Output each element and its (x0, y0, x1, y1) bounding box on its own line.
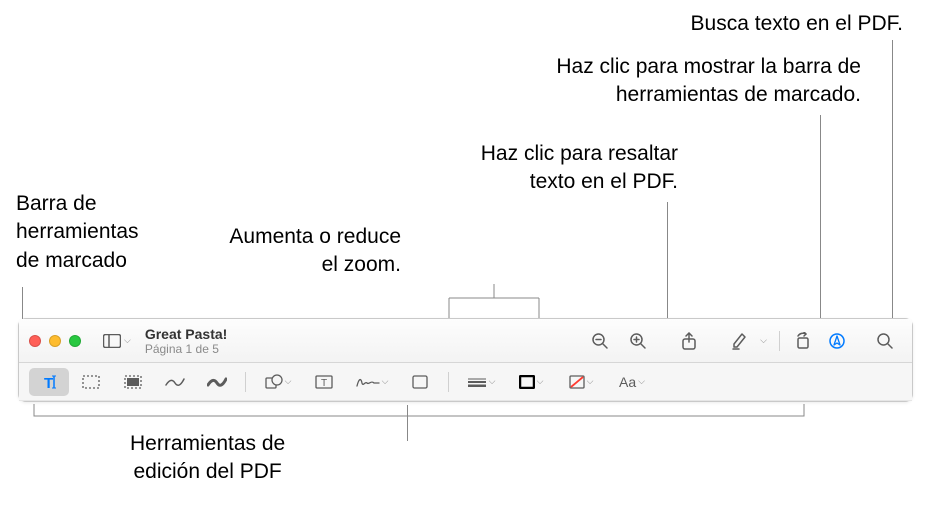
text-style-tool[interactable]: Aa ⌵ (607, 368, 657, 396)
border-color-tool[interactable]: ⌵ (507, 368, 555, 396)
share-icon (681, 332, 697, 350)
maximize-button[interactable] (69, 335, 81, 347)
chevron-down-icon: ⌵ (537, 376, 544, 387)
leader-search (892, 40, 893, 323)
chevron-down-icon: ⌵ (285, 376, 292, 387)
document-title: Great Pasta! (145, 326, 227, 342)
share-button[interactable] (673, 327, 705, 355)
redact-icon (124, 375, 142, 389)
page-status: Página 1 de 5 (145, 342, 227, 356)
edit-tools-bracket (34, 404, 804, 424)
rotate-button[interactable] (786, 327, 820, 355)
separator (245, 372, 246, 392)
markup-toggle-button[interactable] (820, 327, 854, 355)
note-tool[interactable] (400, 368, 440, 396)
chevron-down-icon: ⌵ (382, 376, 389, 387)
zoom-out-icon (591, 332, 609, 350)
zoom-out-button[interactable] (583, 327, 617, 355)
search-button[interactable] (868, 327, 902, 355)
svg-text:T: T (44, 375, 53, 390)
svg-text:T: T (321, 378, 327, 389)
note-icon (412, 375, 428, 389)
rotate-icon (794, 332, 812, 350)
fill-color-icon (569, 375, 585, 389)
font-icon: Aa (619, 374, 636, 390)
shapes-icon (265, 374, 283, 390)
sign-tool[interactable]: ⌵ (346, 368, 398, 396)
search-icon (876, 332, 894, 350)
separator (779, 331, 780, 351)
markup-toolbar: T (19, 363, 912, 401)
sketch-tool[interactable] (155, 368, 195, 396)
chevron-down-icon[interactable]: ⌵ (760, 335, 767, 346)
leader-markup (820, 115, 821, 323)
separator (448, 372, 449, 392)
sidebar-toggle[interactable]: ⌵ (95, 327, 139, 355)
callout-edit-tools: Herramientas de edición del PDF (130, 430, 285, 487)
highlight-button[interactable] (723, 327, 757, 355)
sidebar-icon (103, 334, 121, 348)
close-button[interactable] (29, 335, 41, 347)
shapes-tool[interactable]: ⌵ (254, 368, 302, 396)
textbox-icon: T (315, 375, 333, 389)
rect-select-tool[interactable] (71, 368, 111, 396)
callout-markup-bar: Barra de herramientas de marcado (16, 190, 139, 275)
callout-markup-toggle: Haz clic para mostrar la barra de herram… (556, 53, 861, 110)
traffic-lights (29, 335, 81, 347)
border-color-icon (519, 375, 535, 389)
line-style-icon (467, 377, 487, 387)
chevron-down-icon: ⌵ (124, 335, 131, 346)
highlighter-icon (731, 332, 749, 350)
draw-tool[interactable] (197, 368, 237, 396)
chevron-down-icon: ⌵ (489, 376, 496, 387)
callout-search: Busca texto en el PDF. (691, 10, 903, 38)
signature-icon (356, 375, 380, 389)
shape-style-tool[interactable]: ⌵ (457, 368, 505, 396)
rect-select-icon (82, 375, 100, 389)
sketch-icon (165, 375, 185, 389)
leader-highlight (667, 202, 668, 323)
callout-zoom: Aumenta o reduce el zoom. (229, 223, 401, 280)
fill-color-tool[interactable]: ⌵ (557, 368, 605, 396)
markup-icon (828, 332, 846, 350)
textbox-tool[interactable]: T (304, 368, 344, 396)
chevron-down-icon: ⌵ (638, 376, 645, 387)
preview-window: ⌵ Great Pasta! Página 1 de 5 (18, 318, 913, 402)
zoom-in-button[interactable] (621, 327, 655, 355)
text-select-tool[interactable]: T (29, 368, 69, 396)
redact-tool[interactable] (113, 368, 153, 396)
callout-highlight: Haz clic para resaltar texto en el PDF. (481, 140, 678, 197)
draw-icon (207, 375, 227, 389)
text-cursor-icon: T (40, 374, 58, 390)
chevron-down-icon: ⌵ (587, 376, 594, 387)
titlebar: ⌵ Great Pasta! Página 1 de 5 (19, 319, 912, 363)
minimize-button[interactable] (49, 335, 61, 347)
zoom-group (583, 327, 655, 355)
zoom-in-icon (629, 332, 647, 350)
document-title-block: Great Pasta! Página 1 de 5 (145, 326, 227, 356)
